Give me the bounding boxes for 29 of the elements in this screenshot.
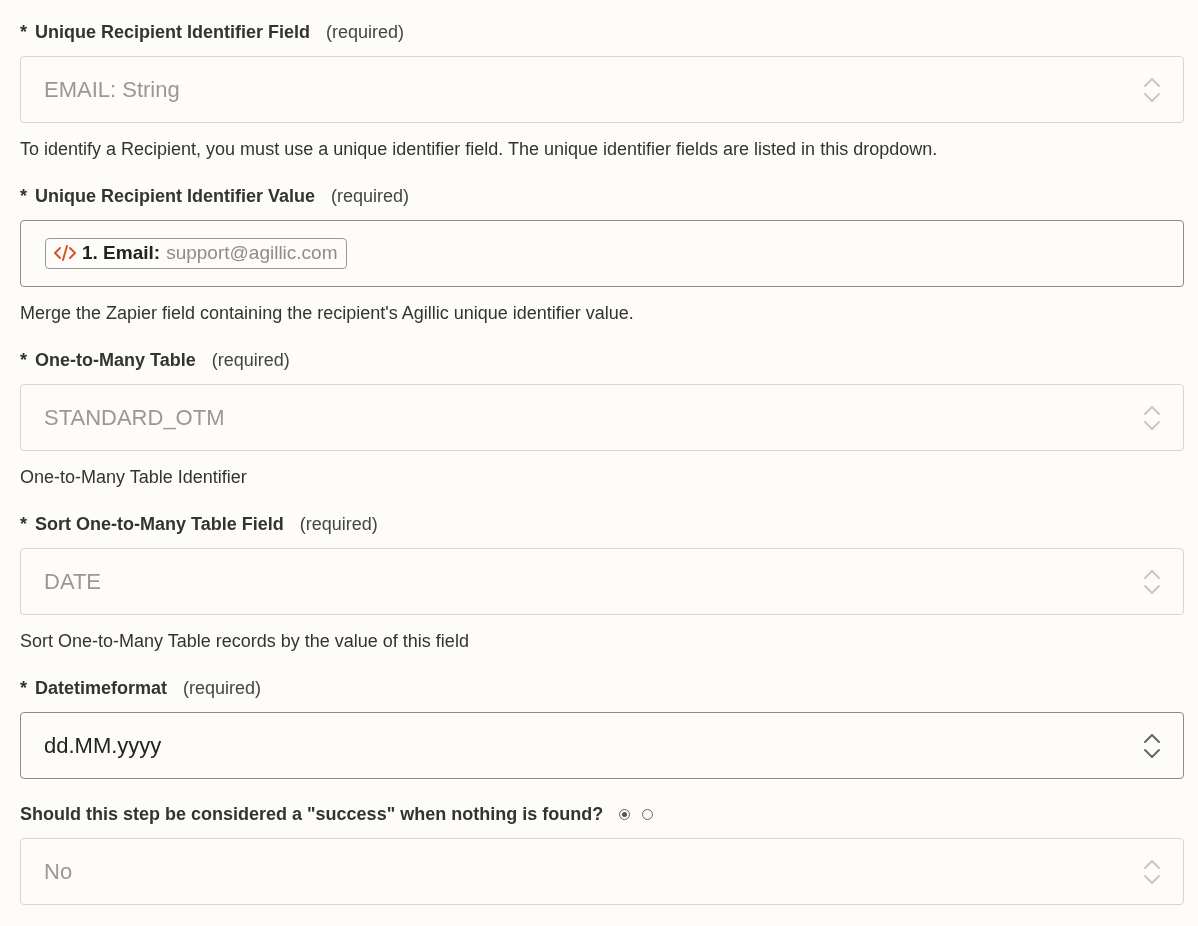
field-label: Unique Recipient Identifier Value — [35, 185, 316, 208]
field-label: Unique Recipient Identifier Field — [35, 21, 311, 44]
required-note: (required) — [326, 21, 405, 44]
chevron-icon — [1143, 76, 1161, 103]
required-asterisk: * — [20, 349, 27, 372]
select-field[interactable]: dd.MM.yyyy — [20, 712, 1184, 779]
code-icon — [54, 245, 76, 261]
field-label: Should this step be considered a "success" when nothing is found? — [20, 803, 604, 826]
field-token[interactable]: 1. Email: support@agillic.com — [45, 238, 347, 269]
help-text: Sort One-to-Many Table records by the value of this field — [20, 630, 470, 653]
help-text: One-to-Many Table Identifier — [20, 466, 248, 489]
required-asterisk: * — [20, 513, 27, 536]
required-asterisk: * — [20, 677, 27, 700]
required-note: (required) — [331, 185, 410, 208]
help-text: To identify a Recipient, you must use a unique identifier field. The unique identifier fields are listed in this dropdown. — [20, 138, 939, 161]
required-note: (required) — [299, 513, 378, 536]
field-label: One-to-Many Table — [35, 349, 196, 372]
required-asterisk: * — [20, 185, 27, 208]
help-text: Merge the Zapier field containing the recipient's Agillic unique identifier value. — [20, 302, 635, 325]
required-note: (required) — [183, 677, 262, 700]
chevron-icon — [1143, 732, 1161, 759]
field-label: Datetimeformat — [35, 677, 168, 700]
input-field[interactable]: 1. Email: support@agillic.com — [20, 220, 1184, 287]
chevron-icon — [1143, 568, 1161, 595]
chevron-icon — [1143, 858, 1161, 885]
required-note: (required) — [211, 349, 290, 372]
chevron-icon — [1143, 404, 1161, 431]
field-label: Sort One-to-Many Table Field — [35, 513, 284, 536]
required-asterisk: * — [20, 21, 27, 44]
